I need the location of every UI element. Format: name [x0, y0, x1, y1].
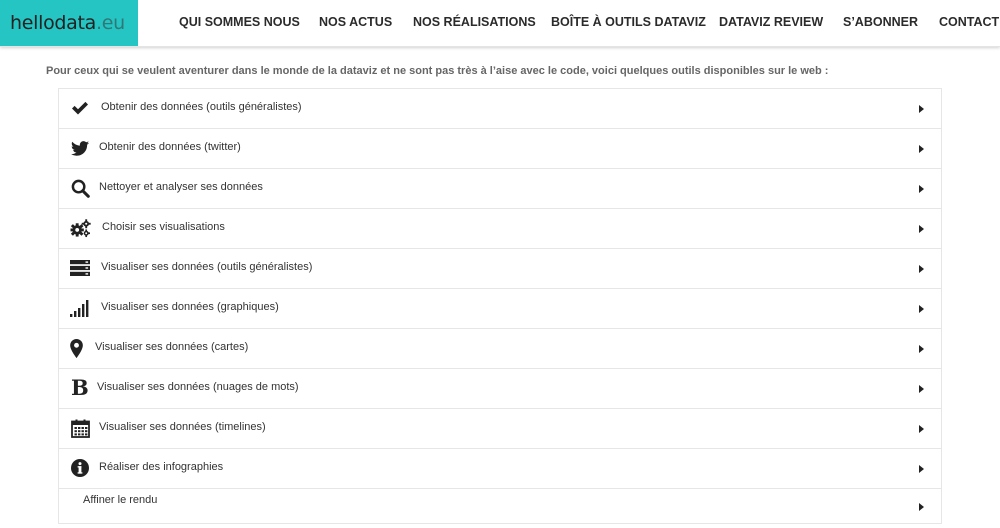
- gears-icon: [69, 218, 91, 238]
- site-header: hellodata .eu QUI SOMMES NOUS NOS ACTUS N…: [0, 0, 1000, 47]
- caret-right-icon: [919, 503, 924, 511]
- accordion-item-label: Obtenir des données (twitter): [99, 141, 241, 153]
- twitter-icon: [69, 138, 91, 158]
- nav-s-abonner[interactable]: S’ABONNER: [843, 15, 918, 29]
- server-icon: [69, 258, 91, 278]
- accordion-item-nettoyer[interactable]: Nettoyer et analyser ses données: [59, 169, 941, 209]
- accordion-item-label: Réaliser des infographies: [99, 461, 224, 473]
- nav-contact[interactable]: CONTACT: [939, 15, 999, 29]
- caret-right-icon: [919, 305, 924, 313]
- accordion-item-choisir[interactable]: Choisir ses visualisations: [59, 209, 941, 249]
- accordion-item-label: Affiner le rendu: [83, 494, 158, 506]
- accordion-item-visualiser-nuages[interactable]: B Visualiser ses données (nuages de mots…: [59, 369, 941, 409]
- accordion-item-label: Visualiser ses données (nuages de mots): [97, 381, 299, 393]
- accordion-item-visualiser-graphiques[interactable]: Visualiser ses données (graphiques): [59, 289, 941, 329]
- caret-right-icon: [919, 345, 924, 353]
- accordion-item-label: Visualiser ses données (graphiques): [101, 301, 279, 313]
- tools-accordion: Obtenir des données (outils généralistes…: [58, 88, 942, 524]
- accordion-item-label: Visualiser ses données (cartes): [95, 341, 249, 353]
- signal-icon: [69, 298, 91, 318]
- caret-right-icon: [919, 105, 924, 113]
- site-logo[interactable]: hellodata .eu: [0, 0, 138, 46]
- main-nav: QUI SOMMES NOUS NOS ACTUS NOS RÉALISATIO…: [138, 0, 1000, 46]
- nav-nos-realisations[interactable]: NOS RÉALISATIONS: [413, 15, 536, 29]
- caret-right-icon: [919, 145, 924, 153]
- accordion-item-affiner[interactable]: Affiner le rendu: [59, 489, 941, 524]
- accordion-item-infographies[interactable]: Réaliser des infographies: [59, 449, 941, 489]
- accordion-item-visualiser-cartes[interactable]: Visualiser ses données (cartes): [59, 329, 941, 369]
- svg-text:B: B: [71, 376, 88, 398]
- accordion-item-visualiser-generalistes[interactable]: Visualiser ses données (outils généralis…: [59, 249, 941, 289]
- caret-right-icon: [919, 225, 924, 233]
- accordion-item-label: Choisir ses visualisations: [102, 221, 225, 233]
- accordion-item-obtenir-twitter[interactable]: Obtenir des données (twitter): [59, 129, 941, 169]
- intro-text: Pour ceux qui se veulent aventurer dans …: [46, 65, 829, 77]
- accordion-item-obtenir-generalistes[interactable]: Obtenir des données (outils généralistes…: [59, 89, 941, 129]
- caret-right-icon: [919, 265, 924, 273]
- accordion-item-label: Visualiser ses données (timelines): [99, 421, 266, 433]
- check-icon: [69, 98, 91, 118]
- caret-right-icon: [919, 385, 924, 393]
- nav-boite-a-outils-dataviz[interactable]: BOÎTE À OUTILS DATAVIZ: [551, 15, 706, 29]
- caret-right-icon: [919, 465, 924, 473]
- info-circle-icon: [69, 458, 91, 478]
- caret-right-icon: [919, 425, 924, 433]
- search-icon: [69, 178, 91, 198]
- logo-name: hellodata: [10, 12, 97, 34]
- accordion-item-label: Visualiser ses données (outils généralis…: [101, 261, 313, 273]
- bold-icon: B: [68, 376, 90, 398]
- logo-tld: .eu: [96, 12, 125, 34]
- nav-qui-sommes-nous[interactable]: QUI SOMMES NOUS: [179, 15, 300, 29]
- accordion-item-label: Nettoyer et analyser ses données: [99, 181, 263, 193]
- nav-dataviz-review[interactable]: DATAVIZ REVIEW: [719, 15, 823, 29]
- caret-right-icon: [919, 185, 924, 193]
- accordion-item-label: Obtenir des données (outils généralistes…: [101, 101, 302, 113]
- accordion-item-visualiser-timelines[interactable]: Visualiser ses données (timelines): [59, 409, 941, 449]
- calendar-icon: [69, 418, 91, 438]
- nav-nos-actus[interactable]: NOS ACTUS: [319, 15, 392, 29]
- map-marker-icon: [65, 338, 87, 358]
